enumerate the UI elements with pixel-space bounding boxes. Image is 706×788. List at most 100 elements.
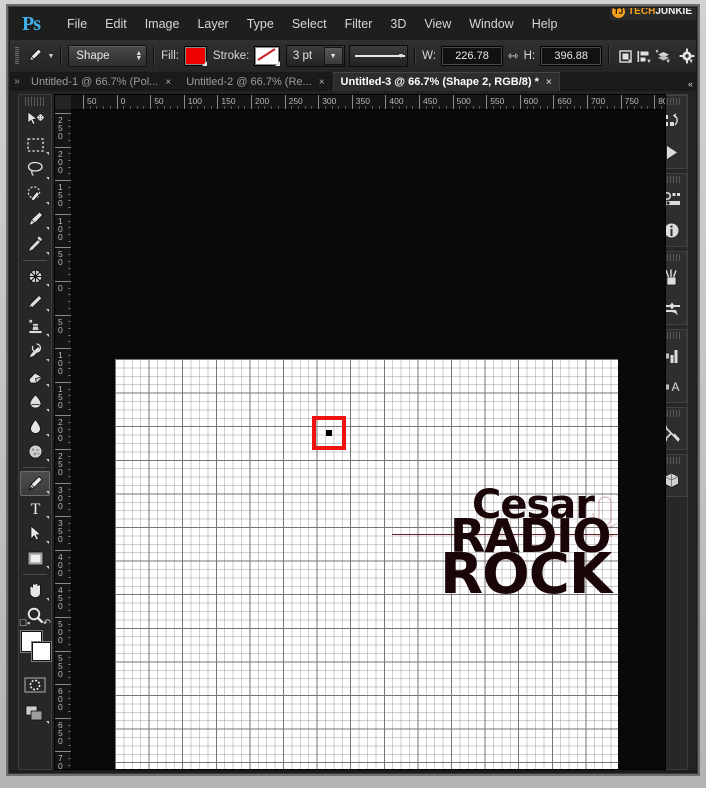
- menu-view[interactable]: View: [415, 13, 460, 35]
- height-input[interactable]: 396.88: [540, 46, 603, 66]
- pen-tool[interactable]: [20, 471, 50, 496]
- tool-flyout-icon[interactable]: [46, 384, 49, 387]
- rectangular-marquee-tool[interactable]: [20, 132, 50, 157]
- tool-flyout-icon[interactable]: [46, 359, 49, 362]
- tool-flyout-icon[interactable]: [46, 284, 49, 287]
- ruler-minor-tick: [499, 106, 501, 109]
- clone-stamp-tool[interactable]: [20, 314, 50, 339]
- width-input[interactable]: 226.78: [441, 46, 504, 66]
- quick-selection-tool[interactable]: [20, 182, 50, 207]
- vertical-ruler[interactable]: 250 200 150 100 50 0 50 100 150 200 250 300 350 400 45…: [55, 109, 72, 769]
- close-icon[interactable]: ×: [165, 77, 171, 88]
- screen-mode-button[interactable]: [20, 701, 50, 726]
- menu-image[interactable]: Image: [136, 13, 189, 35]
- hand-tool[interactable]: [20, 578, 50, 603]
- canvas-scroll-region[interactable]: Cesar RADIO ROCK: [72, 110, 665, 769]
- image-canvas[interactable]: Cesar RADIO ROCK: [115, 359, 618, 769]
- menu-window[interactable]: Window: [460, 13, 522, 35]
- pen-tool-icon[interactable]: [25, 45, 46, 67]
- close-icon[interactable]: ×: [546, 77, 552, 88]
- tool-flyout-icon[interactable]: [46, 177, 49, 180]
- dodge-tool[interactable]: [20, 439, 50, 464]
- menu-type[interactable]: Type: [238, 13, 283, 35]
- menu-edit[interactable]: Edit: [96, 13, 136, 35]
- crop-tool[interactable]: [20, 207, 50, 232]
- menu-file[interactable]: File: [58, 13, 96, 35]
- tool-flyout-icon[interactable]: [46, 227, 49, 230]
- ruler-minor-tick: [271, 106, 273, 109]
- ruler-minor-tick: [627, 106, 629, 109]
- tab-untitled-2[interactable]: Untitled-2 @ 66.7% (Re... ×: [179, 73, 332, 91]
- eyedropper-tool[interactable]: [20, 232, 50, 257]
- swap-colors-icon[interactable]: ↶: [43, 618, 51, 629]
- ruler-minor-tick: [230, 106, 232, 109]
- menu-filter[interactable]: Filter: [336, 13, 382, 35]
- ruler-minor-tick: [607, 106, 609, 109]
- tool-flyout-icon[interactable]: [46, 541, 49, 544]
- path-ops-chevron-icon[interactable]: ▼: [627, 59, 633, 65]
- ruler-corner[interactable]: [55, 95, 72, 110]
- ruler-label: 700: [58, 753, 63, 769]
- gear-icon[interactable]: ▼: [677, 45, 696, 67]
- menu-select[interactable]: Select: [283, 13, 336, 35]
- tool-flyout-icon[interactable]: [46, 202, 49, 205]
- options-bar-grip[interactable]: [15, 47, 19, 65]
- tool-flyout-icon[interactable]: [46, 434, 49, 437]
- ruler-minor-tick: [392, 106, 394, 109]
- move-tool[interactable]: [20, 107, 50, 132]
- tool-flyout-icon[interactable]: [46, 516, 49, 519]
- tool-flyout-icon[interactable]: [46, 252, 49, 255]
- background-color-swatch[interactable]: [32, 642, 51, 661]
- tool-flyout-icon[interactable]: [46, 459, 49, 462]
- tab-untitled-3[interactable]: Untitled-3 @ 66.7% (Shape 2, RGB/8) * ×: [332, 72, 560, 91]
- horizontal-ruler[interactable]: 50 0 50 100 150 200 250 300 350 400 450 500 550 600 65…: [71, 95, 665, 110]
- ruler-minor-tick: [177, 106, 179, 109]
- path-arrange-chevron-icon[interactable]: ▼: [665, 59, 671, 65]
- screen-mode-flyout-icon[interactable]: [46, 721, 49, 724]
- tool-flyout-icon[interactable]: [46, 152, 49, 155]
- quick-mask-toggle[interactable]: [20, 672, 50, 697]
- eraser-tool[interactable]: [20, 364, 50, 389]
- menu-3d[interactable]: 3D: [381, 13, 415, 35]
- tab-untitled-1[interactable]: Untitled-1 @ 66.7% (Pol... ×: [24, 73, 179, 91]
- tab-collapse-right-icon[interactable]: «: [688, 79, 693, 89]
- stroke-style-combo[interactable]: ▼: [349, 45, 409, 67]
- lasso-tool[interactable]: [20, 157, 50, 182]
- path-operations-icon[interactable]: ▼: [616, 45, 635, 67]
- ruler-minor-tick: [68, 664, 71, 666]
- tool-flyout-icon[interactable]: [46, 334, 49, 337]
- stroke-width-combo[interactable]: 3 pt ▼: [285, 45, 345, 67]
- menu-help[interactable]: Help: [523, 13, 567, 35]
- gradient-tool[interactable]: [20, 389, 50, 414]
- path-align-chevron-icon[interactable]: ▼: [646, 59, 652, 65]
- tab-collapse-left-icon[interactable]: »: [10, 72, 24, 91]
- history-brush-tool[interactable]: [20, 339, 50, 364]
- tool-flyout-icon[interactable]: [46, 598, 49, 601]
- path-alignment-icon[interactable]: ▼: [635, 45, 654, 67]
- blur-tool[interactable]: [20, 414, 50, 439]
- tool-flyout-icon[interactable]: [46, 309, 49, 312]
- ruler-minor-tick: [68, 529, 71, 531]
- spot-healing-brush-tool[interactable]: [20, 264, 50, 289]
- stroke-width-chevron-icon[interactable]: ▼: [323, 47, 343, 65]
- tool-preset-chevron-icon[interactable]: ▼: [48, 53, 55, 60]
- path-arrangement-icon[interactable]: ▼: [654, 45, 673, 67]
- tool-flyout-icon[interactable]: [46, 491, 49, 494]
- shape-mode-select[interactable]: Shape ▲ ▼: [68, 45, 148, 67]
- tools-panel-handle[interactable]: [25, 97, 45, 106]
- fill-color-swatch[interactable]: [183, 46, 207, 66]
- path-selection-tool[interactable]: [20, 521, 50, 546]
- tool-flyout-icon[interactable]: [46, 566, 49, 569]
- stroke-style-chevron-icon[interactable]: ▼: [397, 53, 404, 60]
- stroke-color-swatch[interactable]: [254, 46, 281, 66]
- gear-chevron-icon[interactable]: ▼: [688, 59, 694, 65]
- menu-layer[interactable]: Layer: [188, 13, 237, 35]
- default-colors-icon[interactable]: ☐▪: [19, 618, 30, 629]
- close-icon[interactable]: ×: [319, 77, 325, 88]
- horizontal-type-tool[interactable]: T: [20, 496, 50, 521]
- rectangle-shape-tool[interactable]: [20, 546, 50, 571]
- link-chain-icon[interactable]: ⇿: [508, 48, 519, 64]
- tool-flyout-icon[interactable]: [46, 409, 49, 412]
- brush-tool[interactable]: [20, 289, 50, 314]
- path-anchor-point[interactable]: [326, 430, 332, 436]
